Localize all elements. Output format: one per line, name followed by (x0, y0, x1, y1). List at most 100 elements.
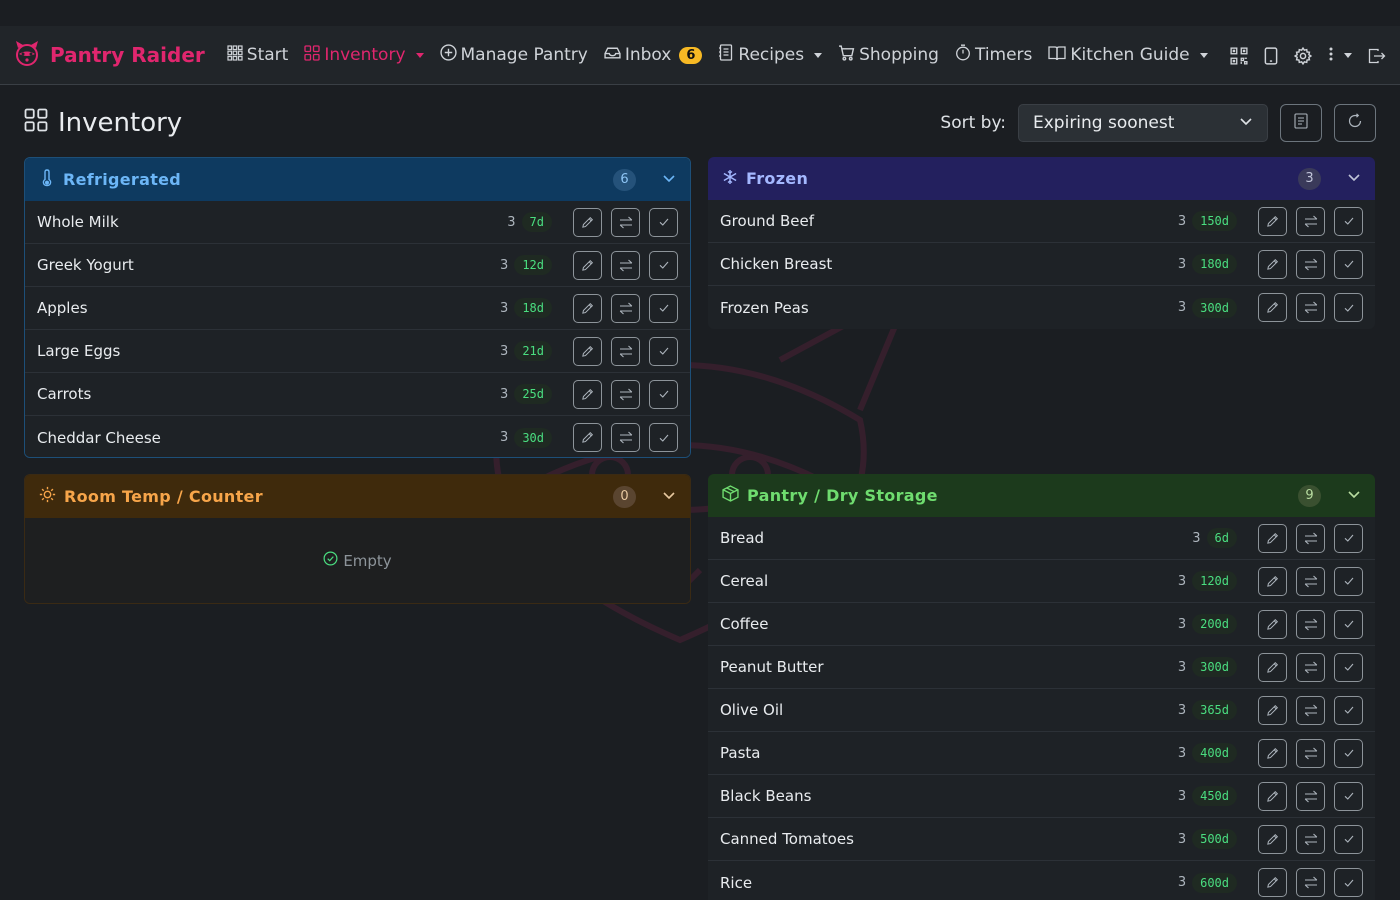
list-item[interactable]: Carrots 3 25d (25, 373, 690, 416)
consume-button[interactable] (1334, 566, 1363, 596)
edit-button[interactable] (1258, 293, 1287, 322)
sort-select[interactable]: Expiring soonest (1018, 104, 1268, 142)
room-temp-header[interactable]: Room Temp / Counter 0 (25, 475, 690, 518)
qr-code-icon[interactable] (1230, 46, 1248, 65)
nav-recipes[interactable]: Recipes (718, 44, 823, 66)
edit-button[interactable] (1258, 609, 1287, 639)
move-button[interactable] (1296, 781, 1325, 811)
list-item[interactable]: Ground Beef 3 150d (708, 200, 1375, 243)
consume-button[interactable] (1334, 868, 1363, 897)
edit-button[interactable] (1258, 566, 1287, 596)
nav-timers[interactable]: Timers (955, 44, 1032, 66)
edit-button[interactable] (573, 293, 602, 323)
move-button[interactable] (1296, 738, 1325, 768)
consume-button[interactable] (1334, 652, 1363, 682)
move-button[interactable] (611, 250, 640, 280)
edit-button[interactable] (1258, 206, 1287, 236)
chevron-down-icon[interactable] (662, 171, 676, 189)
refrigerated-header[interactable]: Refrigerated 6 (25, 158, 690, 201)
list-item[interactable]: Peanut Butter 3 300d (708, 646, 1375, 689)
consume-button[interactable] (649, 293, 678, 323)
edit-button[interactable] (1258, 781, 1287, 811)
move-button[interactable] (1296, 249, 1325, 279)
edit-button[interactable] (573, 336, 602, 366)
list-item[interactable]: Frozen Peas 3 300d (708, 286, 1375, 329)
edit-button[interactable] (1258, 868, 1287, 897)
consume-button[interactable] (649, 250, 678, 280)
consume-button[interactable] (1334, 293, 1363, 322)
move-button[interactable] (1296, 824, 1325, 854)
chevron-down-icon[interactable] (662, 488, 676, 506)
chevron-down-icon[interactable] (1347, 170, 1361, 188)
consume-button[interactable] (1334, 609, 1363, 639)
list-item[interactable]: Greek Yogurt 3 12d (25, 244, 690, 287)
consume-button[interactable] (1334, 695, 1363, 725)
edit-button[interactable] (1258, 523, 1287, 553)
move-button[interactable] (1296, 695, 1325, 725)
list-item[interactable]: Cheddar Cheese 3 30d (25, 416, 690, 457)
move-button[interactable] (1296, 566, 1325, 596)
list-item[interactable]: Apples 3 18d (25, 287, 690, 330)
swap-arrows-icon (619, 345, 633, 358)
consume-button[interactable] (1334, 738, 1363, 768)
list-item[interactable]: Large Eggs 3 21d (25, 330, 690, 373)
edit-button[interactable] (1258, 249, 1287, 279)
nav-inbox[interactable]: Inbox 6 (604, 44, 703, 66)
list-item[interactable]: Bread 3 6d (708, 517, 1375, 560)
consume-button[interactable] (1334, 824, 1363, 854)
logout-icon[interactable] (1368, 48, 1386, 64)
move-button[interactable] (1296, 293, 1325, 322)
consume-button[interactable] (1334, 523, 1363, 553)
consume-button[interactable] (649, 379, 678, 409)
consume-button[interactable] (1334, 249, 1363, 279)
edit-button[interactable] (1258, 738, 1287, 768)
brand[interactable]: Pantry Raider (12, 38, 205, 72)
nav-shopping[interactable]: Shopping (838, 44, 939, 66)
list-item[interactable]: Canned Tomatoes 3 500d (708, 818, 1375, 861)
consume-button[interactable] (1334, 206, 1363, 236)
list-item[interactable]: Cereal 3 120d (708, 560, 1375, 603)
chevron-down-icon[interactable] (1347, 487, 1361, 505)
move-button[interactable] (611, 423, 640, 452)
nav-kitchen-guide[interactable]: Kitchen Guide (1048, 45, 1208, 66)
consume-button[interactable] (1334, 781, 1363, 811)
consume-button[interactable] (649, 336, 678, 366)
list-item[interactable]: Olive Oil 3 365d (708, 689, 1375, 732)
more-menu-button[interactable] (1328, 46, 1352, 66)
edit-button[interactable] (573, 250, 602, 280)
edit-button[interactable] (1258, 824, 1287, 854)
edit-button[interactable] (1258, 695, 1287, 725)
pantry-header[interactable]: Pantry / Dry Storage 9 (708, 474, 1375, 517)
edit-button[interactable] (573, 207, 602, 237)
move-button[interactable] (1296, 206, 1325, 236)
list-item[interactable]: Whole Milk 3 7d (25, 201, 690, 244)
list-item[interactable]: Pasta 3 400d (708, 732, 1375, 775)
move-button[interactable] (611, 293, 640, 323)
move-button[interactable] (1296, 609, 1325, 639)
list-item[interactable]: Coffee 3 200d (708, 603, 1375, 646)
move-button[interactable] (1296, 523, 1325, 553)
room-temp-card: Room Temp / Counter 0 Empty (24, 474, 691, 604)
edit-button[interactable] (573, 379, 602, 409)
edit-button[interactable] (1258, 652, 1287, 682)
move-button[interactable] (1296, 868, 1325, 897)
nav-start[interactable]: Start (227, 44, 288, 66)
frozen-header[interactable]: Frozen 3 (708, 157, 1375, 200)
list-item[interactable]: Chicken Breast 3 180d (708, 243, 1375, 286)
list-item[interactable]: Rice 3 600d (708, 861, 1375, 900)
edit-button[interactable] (573, 423, 602, 452)
move-button[interactable] (611, 336, 640, 366)
nav-manage-pantry[interactable]: Manage Pantry (439, 44, 588, 66)
list-item[interactable]: Black Beans 3 450d (708, 775, 1375, 818)
move-button[interactable] (1296, 652, 1325, 682)
gear-icon[interactable] (1294, 46, 1312, 65)
move-button[interactable] (611, 207, 640, 237)
refresh-button[interactable] (1334, 104, 1376, 142)
consume-button[interactable] (649, 423, 678, 452)
move-button[interactable] (611, 379, 640, 409)
nav-inventory[interactable]: Inventory (304, 44, 424, 66)
consume-button[interactable] (649, 207, 678, 237)
report-button[interactable] (1280, 104, 1322, 142)
tablet-icon[interactable] (1264, 46, 1278, 65)
check-icon (658, 432, 670, 444)
